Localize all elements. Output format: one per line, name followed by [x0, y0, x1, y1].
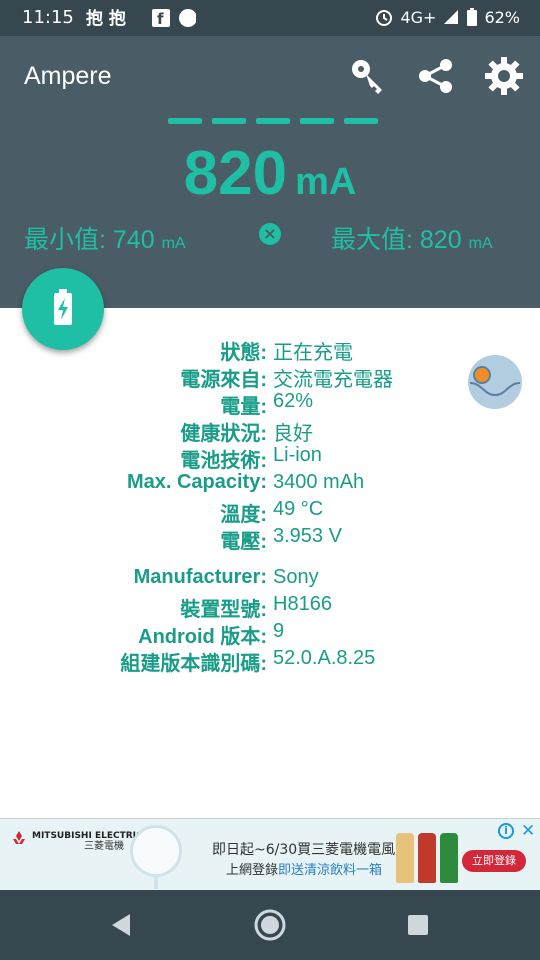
app-title: Ampere — [24, 62, 112, 90]
info-value: 正在充電 — [273, 342, 353, 364]
ad-info-icon[interactable]: i — [498, 823, 514, 839]
info-row-capacity: Max. Capacity: 3400 mAh — [0, 471, 540, 498]
ad-cta-button[interactable]: 立即登錄 — [462, 850, 526, 872]
navigation-bar — [0, 890, 540, 960]
status-bar: 11:15 抱 抱 f 4G+ 62% — [0, 0, 540, 36]
min-reading: 最小值: 740 mA — [24, 220, 186, 256]
info-key: Manufacturer: — [133, 566, 267, 588]
info-value: 良好 — [273, 423, 313, 445]
min-unit: mA — [161, 235, 186, 252]
battery-percent: 62% — [484, 7, 520, 27]
battery-status-icon — [467, 8, 478, 26]
info-value: 3400 mAh — [273, 471, 365, 493]
max-label: 最大值: 820 — [331, 226, 462, 254]
info-row-power-source: 電源來自: 交流電充電器 — [0, 363, 540, 391]
nav-back-icon[interactable] — [104, 908, 138, 942]
info-key: 溫度: — [220, 504, 267, 526]
info-key: 電壓: — [220, 531, 267, 553]
info-key: 裝置型號: — [180, 599, 267, 621]
level-dash — [168, 118, 202, 124]
info-value: 3.953 V — [273, 525, 342, 547]
ad-line2-prefix: 上網登錄 — [226, 863, 279, 878]
info-key: 電池技術: — [180, 450, 267, 472]
current-value: 820 — [183, 139, 288, 208]
bottle — [418, 833, 436, 883]
ad-banner[interactable]: MITSUBISHI ELECTRIC 三菱電機 即日起~6/30買三菱電機電風… — [0, 818, 540, 890]
info-value: 交流電充電器 — [273, 369, 393, 391]
current-reading: 820 mA — [0, 138, 540, 209]
info-row-android-version: Android 版本: 9 — [0, 620, 540, 648]
svg-text:抱 抱: 抱 抱 — [86, 8, 126, 29]
info-value: 62% — [273, 390, 314, 412]
level-dash — [212, 118, 246, 124]
bottle — [396, 833, 414, 883]
signal-icon — [444, 10, 459, 24]
close-circle-icon[interactable]: × — [259, 223, 281, 245]
info-key: 狀態: — [220, 342, 267, 364]
level-dash — [300, 118, 334, 124]
network-type: 4G+ — [400, 7, 437, 27]
alarm-icon — [376, 10, 393, 26]
info-key: 健康狀況: — [180, 423, 267, 445]
key-icon[interactable] — [348, 56, 388, 96]
info-key: 電源來自: — [180, 369, 267, 391]
status-right: 4G+ 62% — [374, 7, 520, 27]
info-value: 49 °C — [273, 498, 324, 520]
info-row-model: 裝置型號: H8166 — [0, 593, 540, 621]
info-key: 組建版本識別碼: — [120, 653, 267, 675]
svg-text:f: f — [157, 10, 164, 28]
info-value: H8166 — [273, 593, 332, 615]
level-dashes — [168, 118, 378, 124]
nav-recents-icon[interactable] — [401, 908, 435, 942]
ad-line1: 即日起~6/30買三菱電機電風扇 — [212, 842, 410, 858]
mitsubishi-logo-icon — [13, 831, 25, 844]
bottle — [440, 833, 458, 883]
notification-icons: 抱 抱 f — [86, 6, 197, 35]
max-reading: 最大值: 820 mA — [331, 220, 493, 256]
gear-icon[interactable] — [484, 56, 524, 96]
info-row-manufacturer: Manufacturer: Sony — [0, 566, 540, 593]
min-label: 最小值: 740 — [24, 226, 155, 254]
info-row-build-number: 組建版本識別碼: 52.0.A.8.25 — [0, 647, 540, 675]
ad-line2: 上網登錄即送清涼飲料一箱 — [226, 859, 382, 878]
info-row-voltage: 電壓: 3.953 V — [0, 525, 540, 553]
level-dash — [256, 118, 290, 124]
status-time: 11:15 — [22, 7, 74, 28]
info-value: Sony — [273, 566, 319, 588]
max-unit: mA — [468, 235, 493, 252]
info-key: Max. Capacity: — [126, 471, 267, 493]
info-row-temperature: 溫度: 49 °C — [0, 498, 540, 526]
info-value: Li-ion — [273, 444, 322, 466]
info-value: 52.0.A.8.25 — [273, 647, 376, 669]
ad-line2-highlight: 即送清涼飲料一箱 — [278, 863, 383, 878]
ad-brand-zh: 三菱電機 — [84, 841, 124, 852]
ad-close-icon[interactable]: ✕ — [521, 821, 535, 841]
notification-icons-svg: 抱 抱 f — [86, 8, 197, 29]
level-dash — [344, 118, 378, 124]
current-unit: mA — [295, 161, 357, 203]
fan-image — [130, 825, 182, 877]
info-row-technology: 電池技術: Li-ion — [0, 444, 540, 472]
info-row-level: 電量: 62% — [0, 390, 540, 418]
info-value: 9 — [273, 620, 285, 642]
info-key: 電量: — [220, 396, 267, 418]
fan-pole — [154, 875, 158, 889]
info-row-health: 健康狀況: 良好 — [0, 417, 540, 445]
info-key: Android 版本: — [138, 626, 267, 648]
drink-bottles-image — [396, 833, 458, 883]
info-row-status: 狀態: 正在充電 — [0, 336, 540, 364]
share-icon[interactable] — [416, 56, 456, 96]
nav-home-icon[interactable] — [253, 908, 287, 942]
